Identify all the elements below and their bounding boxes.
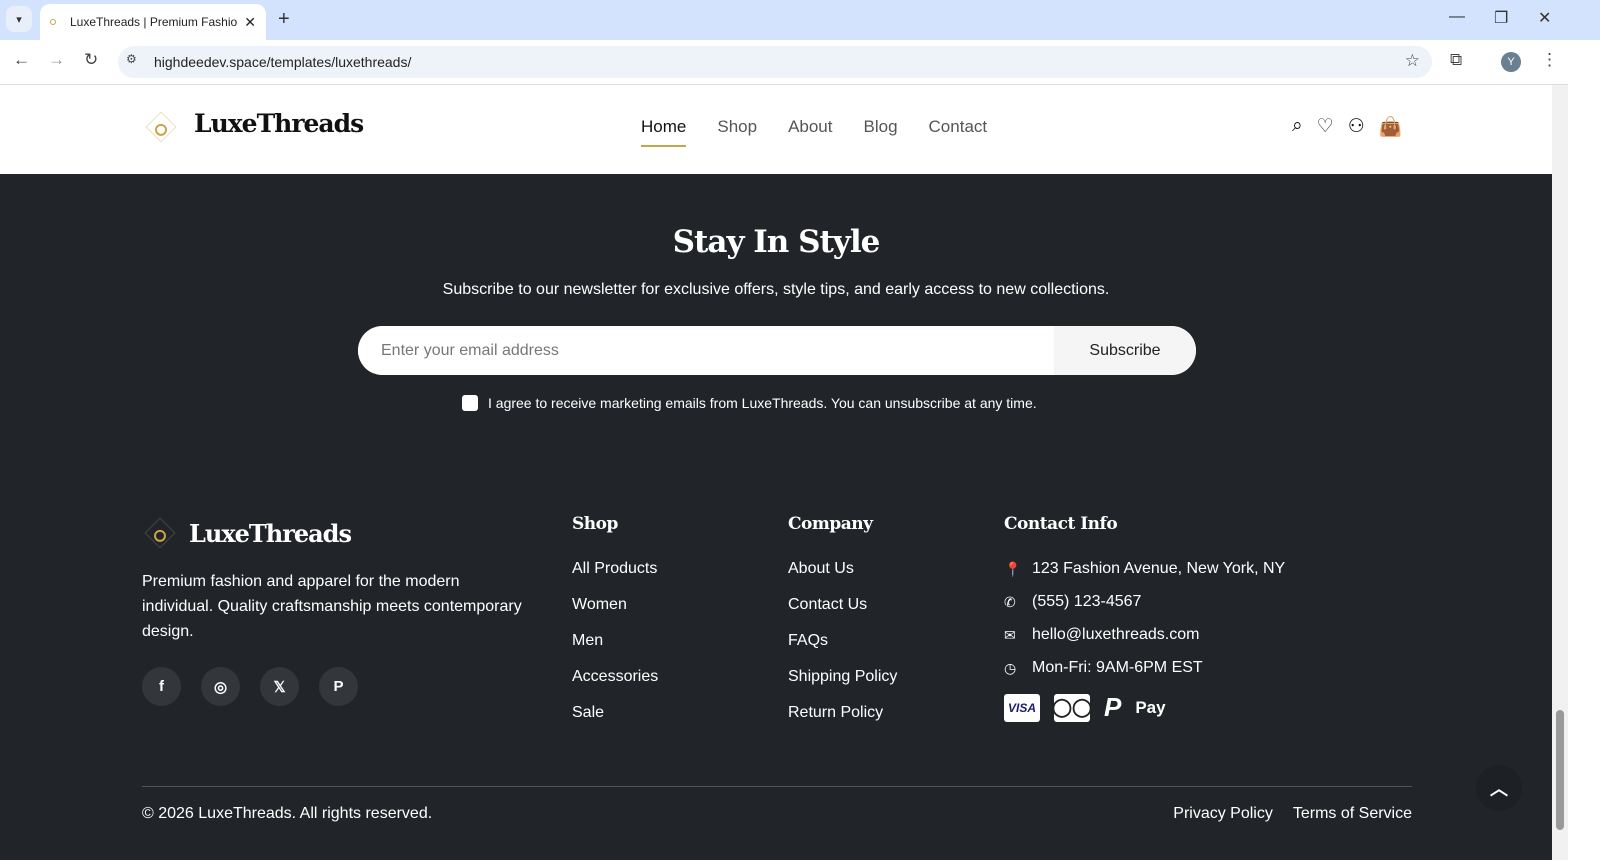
email-input[interactable] (358, 326, 1054, 375)
footer-divider (142, 786, 1412, 787)
page-scrollbar[interactable] (1552, 85, 1568, 860)
footer-company-column: Company About Us Contact Us FAQs Shippin… (788, 514, 897, 740)
phone-icon: ✆ (1004, 593, 1016, 610)
close-window-button[interactable]: ✕ (1538, 8, 1551, 28)
nav-about[interactable]: About (788, 117, 832, 147)
footer-shop-title: Shop (572, 514, 618, 534)
footer-about-text: Premium fashion and apparel for the mode… (142, 573, 522, 640)
restore-button[interactable]: ❐ (1494, 8, 1508, 28)
window-edge (1568, 40, 1600, 860)
facebook-icon[interactable]: f (142, 667, 181, 706)
legal-links: Privacy Policy Terms of Service (1173, 805, 1412, 823)
copyright: © 2026 LuxeThreads. All rights reserved. (142, 805, 433, 822)
map-pin-icon: 📍 (1004, 560, 1022, 577)
footer-link-women[interactable]: Women (572, 596, 658, 614)
url-bar[interactable]: ⚙ highdeedev.space/templates/luxethreads… (118, 46, 1432, 78)
footer-link-return-policy[interactable]: Return Policy (788, 704, 897, 722)
newsletter-title: Stay In Style (672, 224, 881, 260)
footer-contact-title: Contact Info (1004, 514, 1118, 534)
footer-link-shipping-policy[interactable]: Shipping Policy (788, 668, 897, 686)
tab-search-button[interactable]: ▾ (6, 6, 32, 32)
forward-icon[interactable]: → (48, 50, 65, 70)
menu-icon[interactable]: ⋮ (1541, 50, 1558, 70)
footer-link-faqs[interactable]: FAQs (788, 632, 897, 650)
terms-of-service-link[interactable]: Terms of Service (1293, 805, 1412, 823)
logo-icon (145, 111, 177, 143)
contact-hours: Mon-Fri: 9AM-6PM EST (1032, 659, 1203, 676)
nav-contact[interactable]: Contact (929, 117, 988, 147)
address-bar-row: ← → ↻ ⚙ highdeedev.space/templates/luxet… (0, 40, 1600, 85)
url-text: highdeedev.space/templates/luxethreads/ (154, 54, 412, 70)
search-icon[interactable]: ⌕ (1292, 115, 1303, 139)
account-user-icon[interactable]: ⚇ (1348, 115, 1365, 139)
tab-title: LuxeThreads | Premium Fashion (70, 15, 239, 29)
browser-tab-strip: ▾ LuxeThreads | Premium Fashion ✕ + — ❐ … (0, 0, 1600, 40)
footer-logo-icon (144, 517, 176, 549)
back-to-top-button[interactable]: ︿ (1476, 765, 1522, 811)
extensions-icon[interactable]: ⧉ (1450, 50, 1462, 70)
bookmark-star-icon[interactable]: ☆ (1405, 51, 1420, 71)
newsletter-subtitle: Subscribe to our newsletter for exclusiv… (442, 281, 1110, 298)
nav-shop[interactable]: Shop (717, 117, 757, 147)
new-tab-button[interactable]: + (278, 8, 290, 31)
subscribe-button[interactable]: Subscribe (1054, 326, 1196, 375)
back-icon[interactable]: ← (13, 50, 30, 70)
footer-link-about-us[interactable]: About Us (788, 560, 897, 578)
paypal-icon: P (1104, 692, 1122, 722)
x-twitter-icon[interactable]: 𝕏 (260, 667, 299, 706)
payment-methods: VISA ◯◯ P Pay (1004, 692, 1285, 723)
pinterest-icon[interactable]: P (319, 667, 358, 706)
footer-link-men[interactable]: Men (572, 632, 658, 650)
consent-label: I agree to receive marketing emails from… (488, 395, 1037, 411)
visa-icon: VISA (1004, 693, 1040, 722)
newsletter-form: Subscribe (358, 326, 1196, 375)
favicon-icon (50, 19, 56, 25)
footer-contact-column: Contact Info 📍 123 Fashion Avenue, New Yo… (1004, 514, 1285, 738)
main-nav: Home Shop About Blog Contact (641, 117, 987, 147)
minimize-button[interactable]: — (1449, 8, 1465, 26)
scrollbar-thumb[interactable] (1556, 710, 1564, 830)
browser-tab[interactable]: LuxeThreads | Premium Fashion ✕ (40, 4, 266, 40)
contact-phone: (555) 123-4567 (1032, 593, 1142, 610)
consent-row[interactable]: I agree to receive marketing emails from… (462, 395, 1037, 411)
footer-link-contact-us[interactable]: Contact Us (788, 596, 897, 614)
wishlist-heart-icon[interactable]: ♡ (1317, 115, 1334, 139)
footer-link-accessories[interactable]: Accessories (572, 668, 658, 686)
profile-avatar[interactable]: Y (1501, 52, 1521, 72)
social-links: f ◎ 𝕏 P (142, 667, 358, 706)
footer-shop-column: Shop All Products Women Men Accessories … (572, 514, 658, 740)
instagram-icon[interactable]: ◎ (201, 667, 240, 706)
apple-pay-icon: Pay (1135, 697, 1166, 717)
clock-icon: ◷ (1004, 659, 1017, 676)
site-header: LuxeThreads Home Shop About Blog Contact… (0, 85, 1552, 174)
footer-link-all-products[interactable]: All Products (572, 560, 658, 578)
footer-brand[interactable]: LuxeThreads (189, 519, 352, 548)
cart-bag-icon[interactable]: 👜 (1379, 115, 1403, 139)
nav-blog[interactable]: Blog (864, 117, 898, 147)
privacy-policy-link[interactable]: Privacy Policy (1173, 805, 1273, 823)
contact-email: hello@luxethreads.com (1032, 626, 1200, 643)
reload-icon[interactable]: ↻ (84, 50, 98, 70)
brand-logo[interactable]: LuxeThreads (194, 109, 364, 138)
site-info-icon[interactable]: ⚙ (126, 52, 148, 72)
mastercard-icon: ◯◯ (1052, 693, 1092, 722)
nav-home[interactable]: Home (641, 117, 687, 147)
footer-link-sale[interactable]: Sale (572, 704, 658, 722)
contact-address: 123 Fashion Avenue, New York, NY (1032, 560, 1286, 577)
footer-company-title: Company (788, 514, 873, 534)
envelope-icon: ✉ (1004, 626, 1016, 643)
consent-checkbox[interactable] (462, 395, 478, 411)
close-tab-icon[interactable]: ✕ (244, 14, 256, 31)
